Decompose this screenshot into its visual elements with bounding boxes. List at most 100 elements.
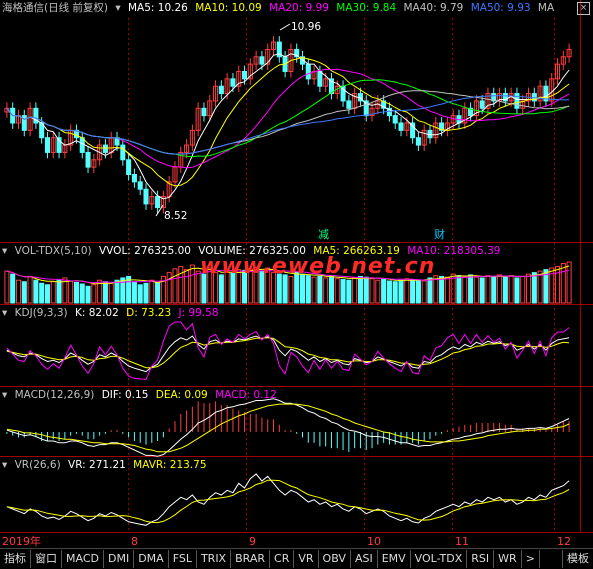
volume-bar xyxy=(143,282,149,304)
candle-body xyxy=(218,85,224,95)
macd-value-label: MACD: 0.12 xyxy=(215,389,277,401)
indicator-tab-bar: 指标 窗口 MACD DMI DMA FSL TRIX BRAR CR VR O… xyxy=(0,548,593,569)
volume-bar xyxy=(178,266,184,304)
volume-bar xyxy=(479,277,485,304)
macd-indicator-name[interactable]: MACD(12,26,9) xyxy=(15,389,95,401)
vr-indicator-name[interactable]: VR(26,6) xyxy=(15,459,61,471)
tab-template[interactable]: 模板 xyxy=(562,550,593,568)
candle-body xyxy=(514,93,520,109)
tab-cr[interactable]: CR xyxy=(270,550,295,568)
tab-emv[interactable]: EMV xyxy=(378,550,411,568)
candle-body xyxy=(392,115,398,124)
candle-body xyxy=(137,181,143,190)
tab-dma[interactable]: DMA xyxy=(134,550,169,568)
volume-bar xyxy=(537,270,543,304)
tab-fsl[interactable]: FSL xyxy=(169,550,197,568)
volume-bar xyxy=(415,279,421,304)
volume-bar xyxy=(4,270,10,304)
volume-bar xyxy=(531,272,537,304)
ma10-label: MA10: 10.09 xyxy=(195,2,262,14)
year-label: 2019年 xyxy=(2,534,41,548)
volume-bar xyxy=(91,284,97,304)
tab-obv[interactable]: OBV xyxy=(319,550,351,568)
tab-rsi[interactable]: RSI xyxy=(467,550,495,568)
candle-body xyxy=(44,137,50,153)
close-icon[interactable]: × xyxy=(577,2,590,15)
volume-bar xyxy=(218,274,224,304)
high-annotation: 10.96 xyxy=(279,21,321,33)
chevron-down-icon[interactable]: ▾ xyxy=(2,245,7,257)
tab-macd[interactable]: MACD xyxy=(62,550,104,568)
volume-bar xyxy=(102,281,108,304)
mavr-value-label: MAVR: 213.75 xyxy=(133,459,207,471)
tab-vr[interactable]: VR xyxy=(294,550,319,568)
tab-wr[interactable]: WR xyxy=(494,550,522,568)
candle-body xyxy=(131,174,137,183)
ma40-label: MA40: 9.79 xyxy=(403,2,464,14)
volume-bar xyxy=(410,278,416,304)
tab-window[interactable]: 窗口 xyxy=(31,550,62,568)
chevron-down-icon[interactable]: ▾ xyxy=(115,2,120,14)
watermark-text: www.eweb.net.cn xyxy=(200,254,436,279)
volume-bar xyxy=(317,275,323,304)
candle-body xyxy=(102,144,108,153)
macd-dif-label: DIF: 0.15 xyxy=(101,389,149,401)
volume-bar xyxy=(473,276,479,304)
ma30-label: MA30: 9.84 xyxy=(336,2,397,14)
volume-bar xyxy=(485,275,491,304)
candle-body xyxy=(120,144,126,161)
volume-bar xyxy=(508,275,514,304)
volume-bar xyxy=(21,281,27,304)
kdj-indicator-name[interactable]: KDJ(9,3,3) xyxy=(15,307,68,319)
vr-value-label: VR: 271.21 xyxy=(68,459,126,471)
volume-bar xyxy=(526,273,532,304)
volume-bar xyxy=(340,278,346,304)
month-label: 12 xyxy=(557,535,571,548)
vr-lines xyxy=(6,473,570,526)
tab-more-arrow[interactable]: > xyxy=(522,550,540,568)
tab-brar[interactable]: BRAR xyxy=(231,550,271,568)
volume-bar xyxy=(468,274,474,304)
candle-body xyxy=(143,188,149,205)
ma5-label: MA5: 10.26 xyxy=(128,2,188,14)
tab-vol-tdx[interactable]: VOL-TDX xyxy=(411,550,468,568)
kdj-j-label: J: 99.58 xyxy=(178,307,219,319)
chevron-down-icon[interactable]: ▾ xyxy=(2,307,7,319)
volume-bar xyxy=(566,261,572,304)
volume-bar xyxy=(282,274,288,304)
candle-body xyxy=(305,63,311,80)
volume-bar xyxy=(357,275,363,304)
candle-body xyxy=(85,151,91,168)
volume-bar xyxy=(421,280,427,304)
chevron-down-icon[interactable]: ▾ xyxy=(2,389,7,401)
volume-bar xyxy=(149,279,155,304)
candle-body xyxy=(201,107,207,117)
macd-dea-line xyxy=(6,403,570,453)
tab-dmi[interactable]: DMI xyxy=(104,550,135,568)
month-label: 9 xyxy=(249,535,256,548)
tab-indicators[interactable]: 指标 xyxy=(0,550,31,568)
stock-name[interactable]: 海格通信(日线 前复权) xyxy=(2,2,108,14)
main-pane-header: 海格通信(日线 前复权) ▾ MA5: 10.26 MA10: 10.09 MA… xyxy=(2,1,558,16)
tab-asi[interactable]: ASI xyxy=(351,550,378,568)
volume-bar xyxy=(114,279,120,304)
candle-body xyxy=(79,137,85,153)
mavr-line xyxy=(6,479,570,524)
kdj-k-line xyxy=(6,335,570,373)
ma-more-label: MA xyxy=(537,2,555,14)
candle-body xyxy=(398,122,404,131)
ma40-line xyxy=(6,90,570,155)
candle-body xyxy=(317,71,323,87)
volume-bar xyxy=(27,275,33,304)
kdj-pane-header: ▾ KDJ(9,3,3) K: 82.02 D: 73.23 J: 99.58 xyxy=(2,306,223,321)
chevron-down-icon[interactable]: ▾ xyxy=(2,459,7,471)
volume-bar xyxy=(439,275,445,304)
tab-trix[interactable]: TRIX xyxy=(197,550,232,568)
volume-bar xyxy=(386,280,392,304)
volume-bar xyxy=(392,281,398,304)
vol-indicator-name[interactable]: VOL-TDX(5,10) xyxy=(15,245,92,257)
event-markers: 减 财 xyxy=(318,227,445,241)
volume-bar xyxy=(15,279,22,304)
month-label: 10 xyxy=(367,535,381,548)
volume-bar xyxy=(305,275,311,304)
